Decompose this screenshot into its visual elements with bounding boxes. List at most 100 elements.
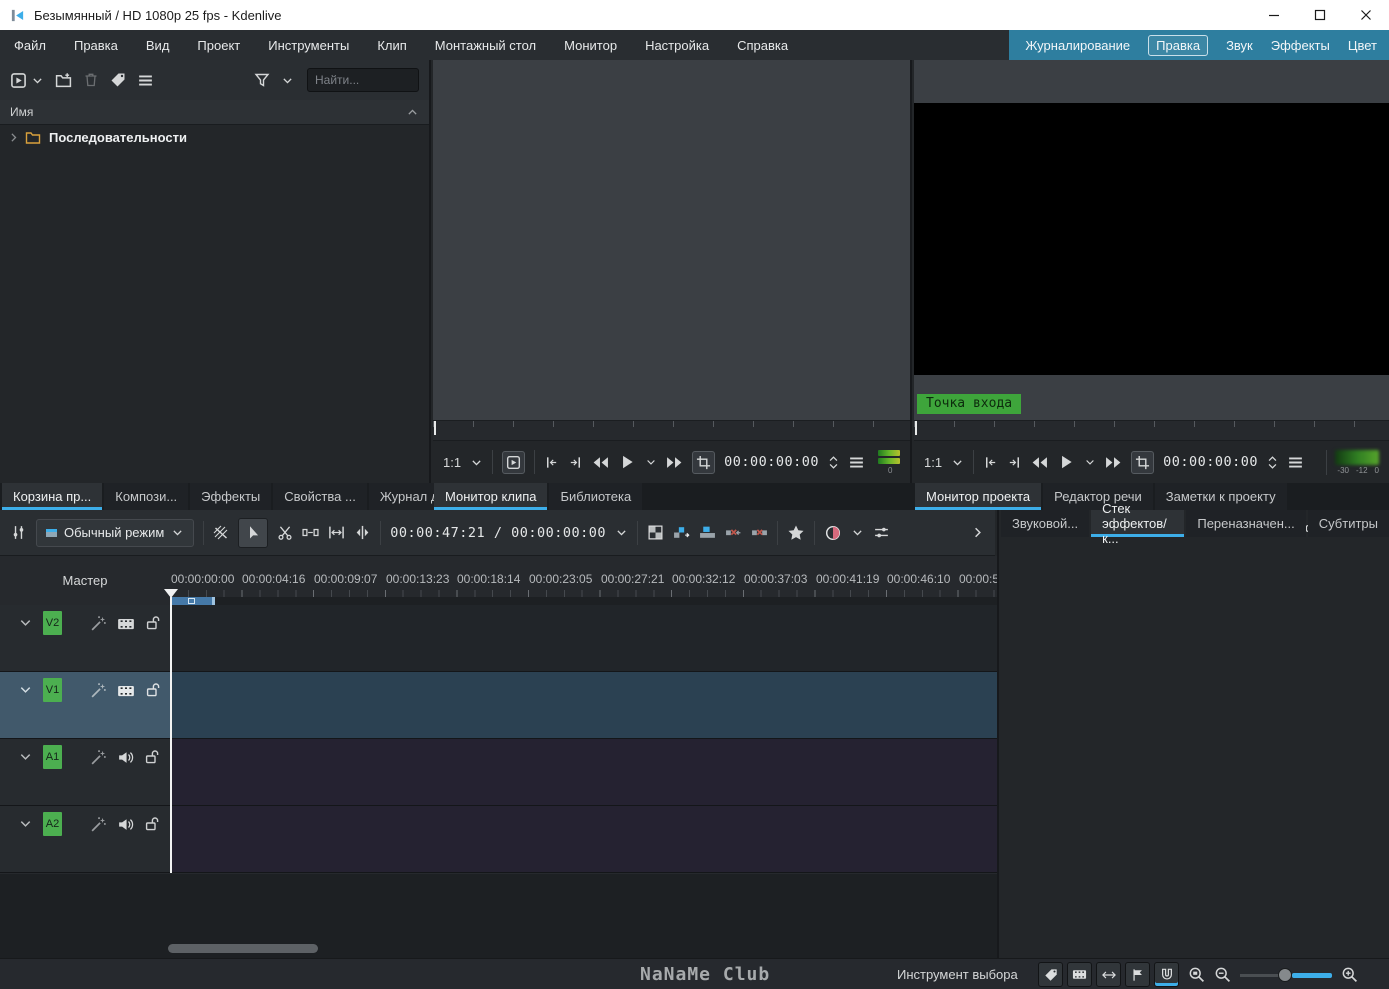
speaker-icon[interactable] [117,749,134,766]
lift-zone-button[interactable] [751,524,768,541]
spinner-up-icon[interactable] [828,455,839,462]
delete-button[interactable] [83,72,99,88]
play-options-dropdown[interactable] [1084,456,1096,468]
expand-chevron-right-icon[interactable] [7,131,20,144]
timeline-horizontal-scrollbar[interactable] [168,944,318,953]
play-options-dropdown[interactable] [645,456,657,468]
collapse-chevron-icon[interactable] [18,615,33,630]
audio-mixer-toggle-button[interactable] [10,524,27,541]
tab-audio-mixer[interactable]: Звуковой... [1001,510,1090,537]
speaker-icon[interactable] [117,816,134,833]
track-a2-lane[interactable] [170,806,997,872]
add-clip-dropdown[interactable] [31,74,44,87]
tab-subtitles[interactable]: Субтитры [1307,510,1389,537]
filter-dropdown[interactable] [281,74,294,87]
track-label-badge[interactable]: V2 [43,611,62,635]
edit-mode-dropdown[interactable]: Обычный режим [36,518,195,547]
tab-project-monitor[interactable]: Монитор проекта [915,483,1042,510]
lock-open-icon[interactable] [145,615,161,631]
filmstrip-icon[interactable] [117,682,135,700]
clip-monitor-playhead[interactable] [434,421,436,435]
snap-toggle[interactable] [1154,962,1179,987]
zoom-out-button[interactable] [1214,966,1231,983]
tab-clip-monitor[interactable]: Монитор клипа [434,483,548,510]
set-zone-out-button[interactable] [568,455,583,470]
effects-wand-icon[interactable] [90,615,107,632]
zone-mode-button[interactable] [692,450,716,474]
track-v2-header[interactable]: V2 [0,605,170,671]
selection-tool-button[interactable] [238,517,269,548]
bin-name-column-header[interactable]: Имя [0,100,429,125]
clip-monitor-timecode[interactable]: 00:00:00:00 [724,454,819,470]
maximize-button[interactable] [1297,0,1343,30]
project-monitor-seek-ruler[interactable] [914,420,1389,440]
timecode-spinner[interactable] [828,455,839,470]
menu-timeline[interactable]: Монтажный стол [421,30,550,60]
flag-markers-toggle[interactable] [1125,962,1150,987]
rewind-button[interactable] [1031,454,1048,471]
track-label-badge[interactable]: V1 [43,678,62,702]
timeline-zone-bar[interactable] [171,597,215,605]
clip-zoom-dropdown[interactable] [470,456,483,469]
zone-end-handle[interactable] [212,597,215,605]
timeline-position-display[interactable]: 00:00:47:21 / 00:00:00:00 [390,525,606,541]
filmstrip-icon[interactable] [117,615,135,633]
track-compositing-button[interactable] [213,525,229,541]
collapse-chevron-icon[interactable] [18,749,33,764]
spacer-tool-button[interactable] [302,524,319,541]
track-label-badge[interactable]: A2 [43,812,62,836]
effects-wand-icon[interactable] [90,816,107,833]
record-options-dropdown[interactable] [851,526,864,539]
collapse-chevron-icon[interactable] [18,682,33,697]
clip-monitor-seek-ruler[interactable] [433,420,910,440]
zoom-slider-handle[interactable] [1278,967,1292,982]
menu-clip[interactable]: Клип [363,30,420,60]
bin-options-button[interactable] [137,72,154,89]
timeline-zone-strip[interactable] [170,597,997,605]
forward-button[interactable] [1105,454,1122,471]
timecode-spinner[interactable] [1267,455,1278,470]
tab-effect-stack[interactable]: Стек эффектов/к... [1091,501,1185,546]
zoom-slider-track[interactable] [1240,973,1280,977]
create-folder-button[interactable] [55,72,72,89]
menu-monitor[interactable]: Монитор [550,30,631,60]
rewind-button[interactable] [592,454,609,471]
track-a2-header[interactable]: A2 [0,806,170,872]
lock-open-icon[interactable] [145,682,161,698]
set-zone-in-button[interactable] [544,455,559,470]
menu-view[interactable]: Вид [132,30,184,60]
project-zoom-dropdown[interactable] [951,456,964,469]
zone-mode-button[interactable] [1131,450,1155,474]
close-button[interactable] [1343,0,1389,30]
insert-zone-button[interactable] [673,524,690,541]
project-monitor-menu-button[interactable] [1287,454,1304,471]
track-a1-lane[interactable] [170,739,997,805]
position-dropdown[interactable] [615,526,628,539]
workspace-tab-effects[interactable]: Эффекты [1271,38,1330,53]
workspace-tab-audio[interactable]: Звук [1226,38,1253,53]
tab-project-bin[interactable]: Корзина пр... [2,483,103,510]
track-v1-header[interactable]: V1 [0,672,170,738]
thumbnails-toggle[interactable] [1067,962,1092,987]
menu-tools[interactable]: Инструменты [254,30,363,60]
toolbar-overflow-button[interactable] [970,525,985,540]
zoom-slider[interactable] [1240,967,1332,982]
play-button[interactable] [618,453,636,471]
lock-open-icon[interactable] [144,816,160,832]
tab-properties[interactable]: Свойства ... [273,483,367,510]
minimize-button[interactable] [1251,0,1297,30]
tab-library[interactable]: Библиотека [549,483,643,510]
project-monitor-zoom-level[interactable]: 1:1 [924,455,942,470]
zoom-fit-button[interactable] [1188,966,1205,983]
menu-file[interactable]: Файл [0,30,60,60]
effects-wand-icon[interactable] [90,749,107,766]
master-track-label[interactable]: Мастер [0,570,170,590]
menu-help[interactable]: Справка [723,30,802,60]
workspace-tab-editing[interactable]: Правка [1148,34,1209,56]
record-button[interactable] [824,524,842,542]
overwrite-zone-button[interactable] [699,524,716,541]
ruler-ticks[interactable] [170,590,997,597]
clip-monitor-zoom-level[interactable]: 1:1 [443,455,461,470]
effects-wand-icon[interactable] [90,682,107,699]
tab-project-notes[interactable]: Заметки к проекту [1154,483,1287,510]
